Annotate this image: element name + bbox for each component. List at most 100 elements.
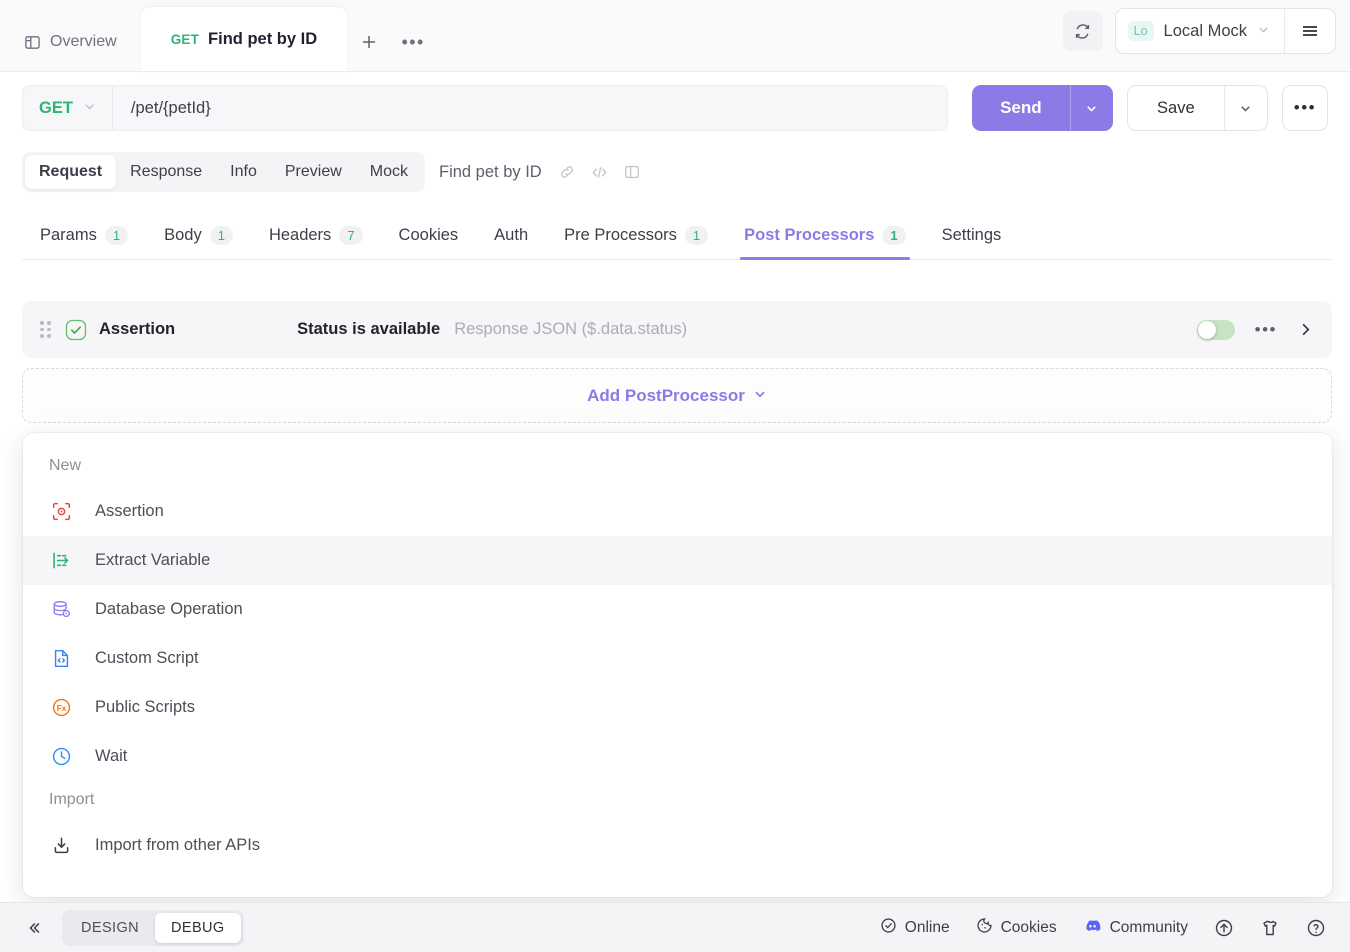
subtab-mock[interactable]: Mock: [356, 155, 422, 189]
request-more-button[interactable]: •••: [1281, 85, 1328, 131]
environment-name: Local Mock: [1163, 21, 1247, 40]
url-bar: GET /pet/{petId} Send Save •••: [0, 82, 1350, 134]
processor-enable-toggle[interactable]: [1196, 319, 1235, 340]
help-circle-icon[interactable]: [1306, 918, 1326, 938]
section-tab-label: Headers: [268, 226, 332, 244]
dropdown-item-wait[interactable]: Wait: [23, 732, 1332, 781]
section-tab-pre-processors[interactable]: Pre Processors 1: [546, 226, 726, 259]
post-processor-row[interactable]: Assertion Status is available Response J…: [22, 301, 1332, 358]
tab-request-title: Find pet by ID: [208, 29, 318, 48]
dropdown-item-extract-variable[interactable]: Extract Variable: [23, 536, 1332, 585]
url-input[interactable]: /pet/{petId}: [113, 99, 947, 118]
database-icon: [49, 598, 73, 622]
dropdown-item-label: Public Scripts: [95, 698, 195, 716]
dropdown-item-label: Import from other APIs: [95, 836, 261, 854]
drag-handle-icon[interactable]: [40, 321, 51, 338]
section-tab-label: Pre Processors: [564, 226, 677, 244]
url-input-group: GET /pet/{petId}: [22, 85, 948, 131]
processor-source-label: Response JSON ($.data.status): [454, 320, 688, 338]
assertion-target-icon: [49, 500, 73, 524]
section-tab-cookies[interactable]: Cookies: [381, 226, 477, 259]
tab-method-badge: GET: [170, 31, 200, 47]
panel-toggle-icon[interactable]: [623, 163, 641, 181]
add-postprocessor-dropdown: New Assertion Extract Variable Database …: [23, 433, 1332, 897]
request-name-label: Find pet by ID: [439, 162, 542, 181]
tab-bar-right-controls: Lo Local Mock: [1062, 8, 1336, 54]
request-section-tabs: Params 1 Body 1 Headers 7 Cookies Auth P…: [22, 208, 1332, 260]
tab-overview[interactable]: Overview: [0, 13, 141, 71]
section-tab-label: Post Processors: [744, 226, 875, 244]
send-button-group: Send: [972, 85, 1113, 131]
save-options-button[interactable]: [1225, 86, 1267, 130]
section-tab-headers[interactable]: Headers 7: [251, 226, 381, 259]
section-tab-params[interactable]: Params 1: [22, 226, 146, 259]
body-count-badge: 1: [209, 226, 233, 245]
dropdown-item-label: Database Operation: [95, 600, 243, 618]
environment-selector[interactable]: Lo Local Mock: [1116, 9, 1284, 53]
wait-clock-icon: [49, 745, 73, 769]
status-cookies-label: Cookies: [1000, 918, 1057, 936]
import-icon: [49, 834, 73, 858]
dropdown-item-public-scripts[interactable]: Fx Public Scripts: [23, 683, 1332, 732]
hamburger-menu-icon[interactable]: [1285, 9, 1335, 53]
subtab-preview[interactable]: Preview: [271, 155, 356, 189]
dropdown-item-custom-script[interactable]: Custom Script: [23, 634, 1332, 683]
section-tab-label: Params: [40, 226, 97, 244]
add-postprocessor-label: Add PostProcessor: [587, 385, 745, 405]
dropdown-item-assertion[interactable]: Assertion: [23, 487, 1332, 536]
pre-processors-count-badge: 1: [684, 226, 709, 245]
section-tab-auth[interactable]: Auth: [476, 226, 546, 259]
collapse-left-icon[interactable]: [16, 911, 52, 945]
processor-row-controls: •••: [1196, 319, 1314, 340]
environment-chip: Lo: [1127, 21, 1154, 41]
subtab-info[interactable]: Info: [216, 155, 271, 189]
tab-overview-label: Overview: [50, 33, 117, 50]
mode-switch-group: DESIGN DEBUG: [62, 909, 244, 946]
status-online[interactable]: Online: [880, 917, 950, 939]
refresh-icon[interactable]: [1062, 11, 1103, 51]
section-tab-body[interactable]: Body 1: [146, 226, 251, 259]
subtab-request[interactable]: Request: [25, 155, 117, 189]
dropdown-group-import-label: Import: [49, 791, 95, 808]
send-button[interactable]: Send: [972, 85, 1070, 131]
save-button-group: Save: [1126, 85, 1268, 131]
dropdown-item-label: Assertion: [95, 502, 164, 520]
section-tab-label: Settings: [941, 226, 1002, 244]
request-view-tabs: Request Response Info Preview Mock Find …: [22, 152, 641, 192]
status-community[interactable]: Community: [1083, 916, 1188, 940]
tab-find-pet-by-id[interactable]: GET Find pet by ID: [140, 7, 348, 71]
environment-selector-group: Lo Local Mock: [1114, 8, 1336, 54]
section-tab-post-processors[interactable]: Post Processors 1: [726, 226, 923, 260]
save-button[interactable]: Save: [1128, 86, 1224, 130]
section-tab-settings[interactable]: Settings: [924, 226, 1020, 259]
upload-icon[interactable]: [1214, 918, 1234, 938]
custom-script-icon: [49, 647, 73, 671]
extract-variable-icon: [49, 549, 73, 573]
tab-overflow-button[interactable]: •••: [391, 13, 435, 71]
check-circle-icon: [65, 319, 87, 341]
mode-debug[interactable]: DEBUG: [155, 912, 241, 943]
mode-design[interactable]: DESIGN: [65, 913, 155, 943]
chevron-down-icon: [83, 100, 96, 116]
status-cookies[interactable]: Cookies: [976, 917, 1057, 939]
add-postprocessor-button[interactable]: Add PostProcessor: [22, 368, 1332, 423]
post-processors-count-badge: 1: [882, 226, 906, 245]
status-bar-right: Online Cookies Community: [880, 916, 1334, 940]
send-options-button[interactable]: [1071, 85, 1113, 131]
link-icon[interactable]: [558, 163, 576, 181]
request-view-pill-group: Request Response Info Preview Mock: [22, 152, 425, 192]
dropdown-item-database-operation[interactable]: Database Operation: [23, 585, 1332, 634]
dropdown-item-label: Custom Script: [95, 649, 199, 667]
request-action-icons: [558, 163, 641, 182]
add-tab-button[interactable]: [347, 13, 391, 71]
subtab-response[interactable]: Response: [116, 155, 216, 189]
code-icon[interactable]: [590, 163, 609, 182]
http-method-selector[interactable]: GET: [23, 86, 113, 130]
dropdown-item-import-from-other-apis[interactable]: Import from other APIs: [23, 821, 1332, 870]
chevron-right-icon[interactable]: [1297, 321, 1314, 338]
http-method-value: GET: [39, 98, 73, 117]
processor-menu-button[interactable]: •••: [1255, 320, 1277, 340]
shirt-icon[interactable]: [1260, 918, 1280, 938]
dropdown-group-new-label: New: [49, 457, 82, 474]
layout-panel-icon: [24, 34, 41, 51]
